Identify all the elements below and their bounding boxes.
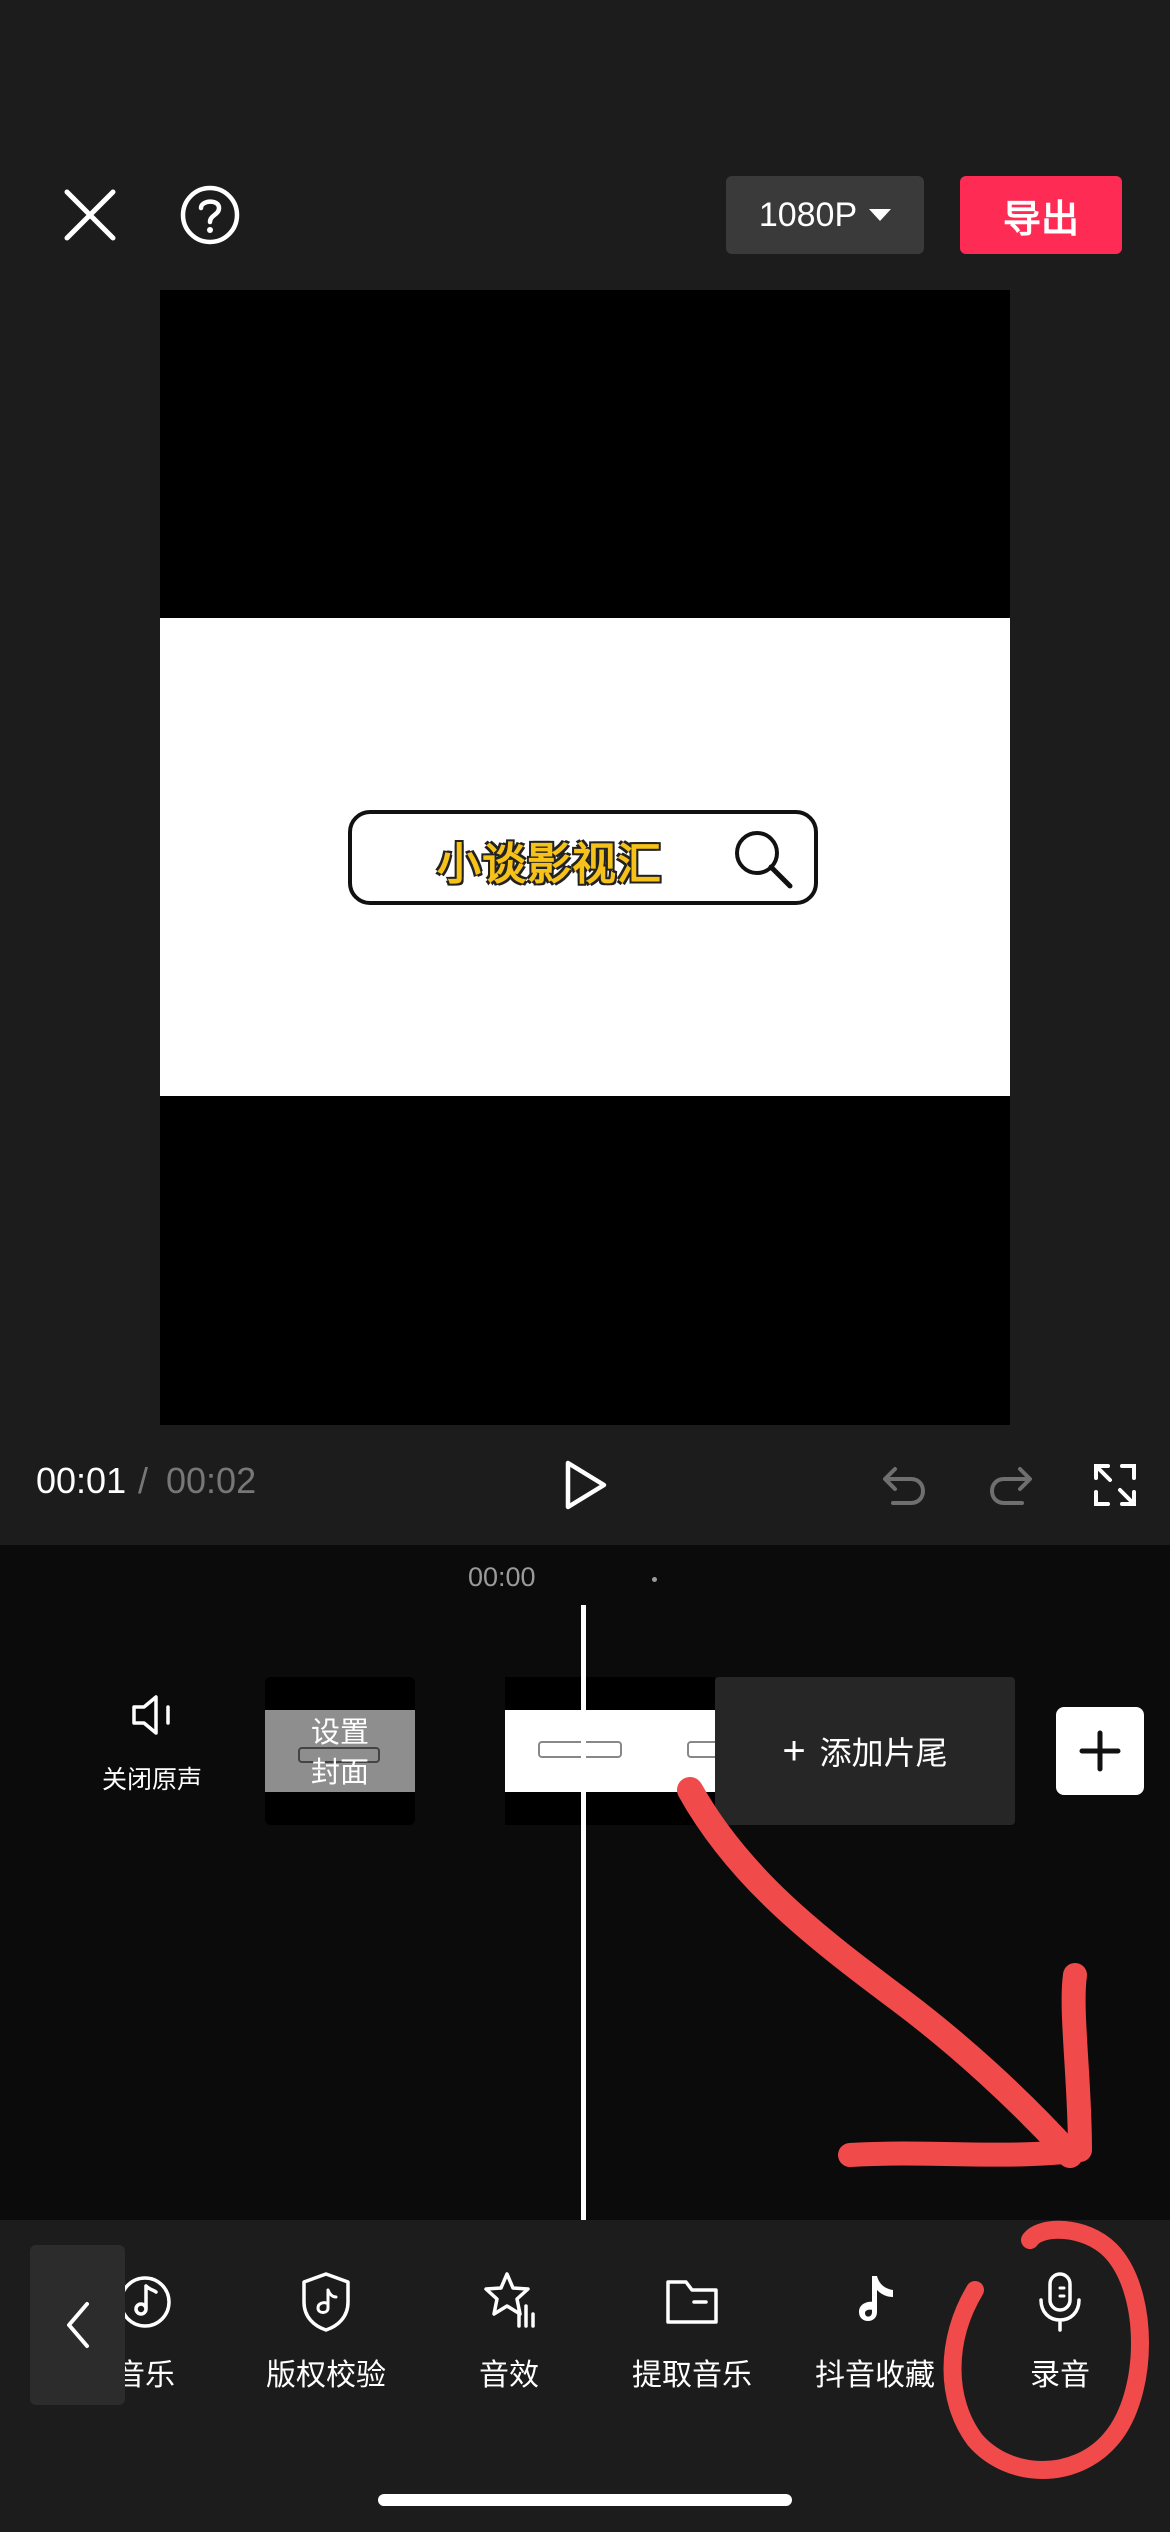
speaker-mute-icon	[132, 1695, 170, 1735]
microphone-icon	[1039, 2272, 1081, 2332]
add-ending-button[interactable]: + 添加片尾	[715, 1677, 1015, 1825]
video-clip[interactable]	[505, 1677, 715, 1825]
current-time: 00:01	[36, 1460, 127, 1501]
fullscreen-button[interactable]	[1085, 1455, 1145, 1515]
tool-record[interactable]: 录音	[985, 2270, 1135, 2400]
help-button[interactable]	[170, 175, 250, 255]
video-preview[interactable]: 小谈影视汇	[160, 290, 1010, 1425]
plus-icon: +	[782, 1728, 806, 1773]
magnifier-icon	[735, 831, 793, 889]
set-cover-label-line1: 设置	[310, 1717, 369, 1749]
tool-record-label: 录音	[1030, 2359, 1090, 2392]
set-cover-label: 设置 封面	[265, 1713, 415, 1793]
tool-copyright-check[interactable]: 版权校验	[251, 2270, 401, 2400]
mute-original-button[interactable]: 关闭原声	[92, 1690, 212, 1800]
play-icon	[565, 1460, 607, 1510]
redo-icon	[990, 1467, 1032, 1505]
clip-thumbnail-graphic	[538, 1741, 622, 1758]
export-button[interactable]: 导出	[960, 176, 1122, 254]
music-note-icon	[119, 2276, 171, 2328]
resolution-dropdown[interactable]: 1080P	[726, 176, 924, 254]
add-ending-label: 添加片尾	[819, 1735, 948, 1771]
tool-sound-effects-label: 音效	[479, 2359, 539, 2392]
tool-douyin-favorites-label: 抖音收藏	[815, 2359, 935, 2392]
timeline-ruler-time: 00:00	[468, 1562, 536, 1592]
clip-thumbnail-graphic-2	[687, 1741, 715, 1758]
time-separator: /	[138, 1460, 149, 1501]
tool-copyright-check-label: 版权校验	[266, 2359, 386, 2392]
close-button[interactable]	[50, 175, 130, 255]
set-cover-label-line2: 封面	[310, 1757, 369, 1789]
help-icon	[180, 185, 240, 245]
redo-button[interactable]	[980, 1455, 1040, 1515]
preview-frame: 小谈影视汇	[160, 618, 1010, 1096]
timeline-ruler-dot	[652, 1577, 657, 1582]
resolution-label: 1080P	[758, 195, 858, 234]
total-time: 00:02	[166, 1460, 257, 1501]
plus-icon	[1079, 1730, 1121, 1772]
mute-original-label: 关闭原声	[101, 1766, 202, 1794]
playhead[interactable]	[581, 1605, 586, 2220]
tool-extract-music-label: 提取音乐	[632, 2359, 752, 2392]
play-button[interactable]	[550, 1450, 620, 1520]
close-icon	[64, 189, 116, 241]
back-button[interactable]	[30, 2245, 125, 2405]
tiktok-icon	[859, 2276, 893, 2321]
tool-douyin-favorites[interactable]: 抖音收藏	[800, 2270, 950, 2400]
tool-sound-effects[interactable]: 音效	[434, 2270, 584, 2400]
star-sound-icon	[484, 2272, 535, 2328]
preview-search-graphic: 小谈影视汇	[348, 810, 818, 905]
caret-down-icon	[869, 209, 892, 221]
tool-extract-music[interactable]: 提取音乐	[617, 2270, 767, 2400]
fullscreen-icon	[1094, 1464, 1136, 1506]
home-indicator	[378, 2494, 792, 2506]
folder-icon	[666, 2280, 718, 2324]
add-clip-button[interactable]	[1056, 1707, 1144, 1795]
chevron-left-icon	[66, 2302, 89, 2348]
shield-tiktok-icon	[302, 2272, 350, 2332]
undo-icon	[883, 1467, 925, 1505]
undo-button[interactable]	[875, 1455, 935, 1515]
set-cover-button[interactable]: 设置 封面	[265, 1677, 415, 1825]
preview-search-text: 小谈影视汇	[437, 840, 662, 889]
